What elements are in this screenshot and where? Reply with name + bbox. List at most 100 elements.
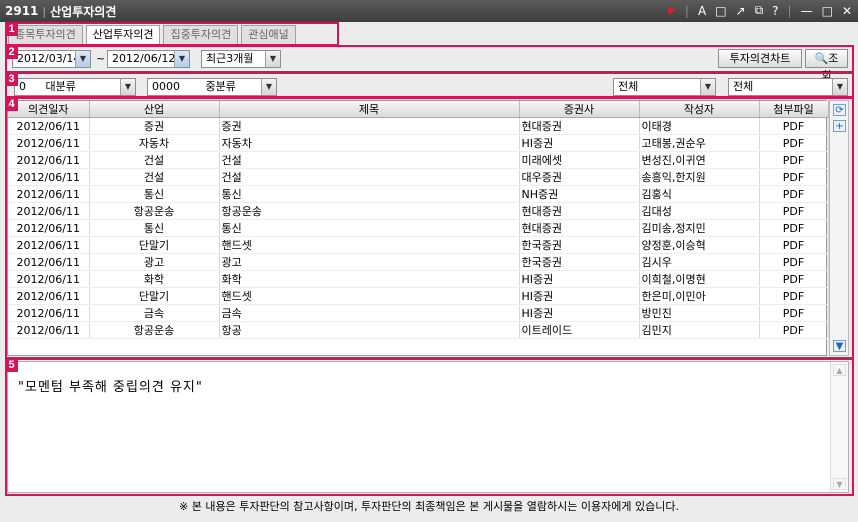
cell-title: 핸드셋	[219, 287, 520, 305]
cascade-icon[interactable]: ⧉	[755, 3, 764, 18]
cell-attachment-link[interactable]: PDF	[759, 134, 829, 152]
window-icon[interactable]: □	[715, 4, 726, 18]
chevron-down-icon[interactable]: ▼	[261, 79, 276, 95]
filter-select-4[interactable]: 전체 ▼	[728, 78, 848, 96]
cell-attachment-link[interactable]: PDF	[759, 287, 829, 305]
cell-author: 양정훈,이승혁	[639, 236, 760, 254]
section-marker-1: 1	[5, 22, 18, 36]
cell-industry: 화학	[89, 270, 220, 288]
cell-title: 금속	[219, 304, 520, 322]
column-header-date[interactable]: 의견일자	[8, 101, 90, 118]
chevron-down-icon[interactable]: ▼	[832, 79, 847, 95]
link-icon[interactable]: ↗	[736, 4, 746, 18]
cell-title: 건설	[219, 151, 520, 169]
large-class-label: 대분류	[45, 80, 76, 93]
table-row[interactable]: 2012/06/11 화학 화학 HI증권 이희철,이명현 PDF	[8, 270, 829, 288]
cell-broker: 미래에셋	[519, 151, 640, 169]
cell-industry: 건설	[89, 151, 220, 169]
cell-author: 고태봉,권순우	[639, 134, 760, 152]
cell-date: 2012/06/11	[8, 253, 90, 271]
column-header-industry[interactable]: 산업	[89, 101, 220, 118]
refresh-icon[interactable]: ⟳	[833, 104, 846, 116]
cell-industry: 광고	[89, 253, 220, 271]
chevron-down-icon[interactable]: ▼	[174, 51, 189, 67]
chevron-down-icon[interactable]: ▼	[265, 51, 280, 67]
title-bar: 2911 | 산업투자의견 ▶ | A □ ↗ ⧉ ? | — □ ✕	[0, 0, 858, 22]
minimize-icon[interactable]: —	[801, 4, 813, 18]
table-row[interactable]: 2012/06/11 건설 건설 미래에셋 변성진,이귀연 PDF	[8, 151, 829, 169]
scroll-up-icon[interactable]: ▲	[833, 364, 846, 376]
cell-author: 김대성	[639, 202, 760, 220]
close-icon[interactable]: ✕	[842, 4, 852, 18]
mid-class-select[interactable]: 0000 중분류 ▼	[147, 78, 277, 96]
cell-attachment-link[interactable]: PDF	[759, 202, 829, 220]
cell-attachment-link[interactable]: PDF	[759, 304, 829, 322]
cell-title: 자동차	[219, 134, 520, 152]
mid-class-code: 0000	[152, 80, 180, 93]
cell-date: 2012/06/11	[8, 236, 90, 254]
table-row[interactable]: 2012/06/11 단말기 핸드셋 HI증권 한은미,이민아 PDF	[8, 287, 829, 305]
cell-industry: 건설	[89, 168, 220, 186]
cell-broker: 한국증권	[519, 253, 640, 271]
date-from-picker[interactable]: 2012/03/14 ▼	[12, 50, 91, 68]
maximize-icon[interactable]: □	[822, 4, 833, 18]
table-row[interactable]: 2012/06/11 통신 통신 현대증권 김미송,정지민 PDF	[8, 219, 829, 237]
tab-focus-opinion[interactable]: 집중투자의견	[163, 25, 239, 44]
cell-attachment-link[interactable]: PDF	[759, 270, 829, 288]
cell-title: 증권	[219, 117, 520, 135]
scroll-down-icon[interactable]: ▼	[833, 340, 846, 352]
column-header-attachment[interactable]: 첨부파일	[759, 101, 829, 118]
cell-date: 2012/06/11	[8, 117, 90, 135]
tab-watch-analyst[interactable]: 관심애널	[241, 25, 296, 44]
search-button[interactable]: 🔍조회	[805, 49, 848, 82]
table-row[interactable]: 2012/06/11 단말기 핸드셋 한국증권 양정훈,이승혁 PDF	[8, 236, 829, 254]
column-header-title[interactable]: 제목	[219, 101, 520, 118]
tab-industry-opinion[interactable]: 산업투자의견	[85, 25, 161, 44]
cell-broker: NH증권	[519, 185, 640, 203]
table-row[interactable]: 2012/06/11 증권 증권 현대증권 이태경 PDF	[8, 117, 829, 135]
table-row[interactable]: 2012/06/11 건설 건설 대우증권 송흥익,한지원 PDF	[8, 168, 829, 186]
column-header-broker[interactable]: 증권사	[519, 101, 640, 118]
opinion-chart-button[interactable]: 투자의견차트	[718, 49, 802, 68]
opinion-detail-textarea[interactable]: "모멘텀 부족해 중립의견 유지" ▲ ▼	[7, 361, 849, 493]
table-row[interactable]: 2012/06/11 항공운송 항공운송 현대증권 김대성 PDF	[8, 202, 829, 220]
cell-date: 2012/06/11	[8, 304, 90, 322]
search-icon: 🔍	[814, 52, 829, 65]
help-icon[interactable]: ?	[772, 4, 778, 18]
cell-attachment-link[interactable]: PDF	[759, 219, 829, 237]
cell-attachment-link[interactable]: PDF	[759, 151, 829, 169]
column-header-author[interactable]: 작성자	[639, 101, 760, 118]
chevron-down-icon[interactable]: ▼	[120, 79, 135, 95]
chevron-down-icon[interactable]: ▼	[75, 51, 90, 67]
cell-broker: 현대증권	[519, 202, 640, 220]
play-icon[interactable]: ▶	[668, 5, 676, 16]
section-marker-2: 2	[5, 45, 18, 59]
cell-date: 2012/06/11	[8, 202, 90, 220]
cell-attachment-link[interactable]: PDF	[759, 321, 829, 339]
filter-select-3[interactable]: 전체 ▼	[613, 78, 716, 96]
date-to-picker[interactable]: 2012/06/12 ▼	[107, 50, 190, 68]
scroll-down-icon[interactable]: ▼	[833, 478, 846, 490]
table-row[interactable]: 2012/06/11 광고 광고 한국증권 김시우 PDF	[8, 253, 829, 271]
filter-3-value: 전체	[618, 80, 639, 93]
table-row[interactable]: 2012/06/11 금속 금속 HI증권 방민진 PDF	[8, 304, 829, 322]
table-row[interactable]: 2012/06/11 항공운송 항공 이트레이드 김민지 PDF	[8, 321, 829, 339]
font-icon[interactable]: A	[698, 4, 706, 18]
chevron-down-icon[interactable]: ▼	[700, 79, 715, 95]
large-class-select[interactable]: 0 대분류 ▼	[14, 78, 136, 96]
tab-stock-opinion[interactable]: 종목투자의견	[8, 25, 83, 44]
period-select[interactable]: 최근3개월 ▼	[201, 50, 281, 68]
cell-attachment-link[interactable]: PDF	[759, 253, 829, 271]
cell-title: 항공운송	[219, 202, 520, 220]
cell-broker: 이트레이드	[519, 321, 640, 339]
table-row[interactable]: 2012/06/11 자동차 자동차 HI증권 고태봉,권순우 PDF	[8, 134, 829, 152]
expand-icon[interactable]: +	[833, 120, 846, 132]
cell-attachment-link[interactable]: PDF	[759, 185, 829, 203]
cell-attachment-link[interactable]: PDF	[759, 168, 829, 186]
cell-industry: 항공운송	[89, 321, 220, 339]
grid-scrollbar[interactable]: ⟳ + ▼	[829, 100, 849, 356]
cell-attachment-link[interactable]: PDF	[759, 236, 829, 254]
detail-scrollbar[interactable]: ▲ ▼	[830, 362, 848, 492]
table-row[interactable]: 2012/06/11 통신 통신 NH증권 김홍식 PDF	[8, 185, 829, 203]
cell-attachment-link[interactable]: PDF	[759, 117, 829, 135]
